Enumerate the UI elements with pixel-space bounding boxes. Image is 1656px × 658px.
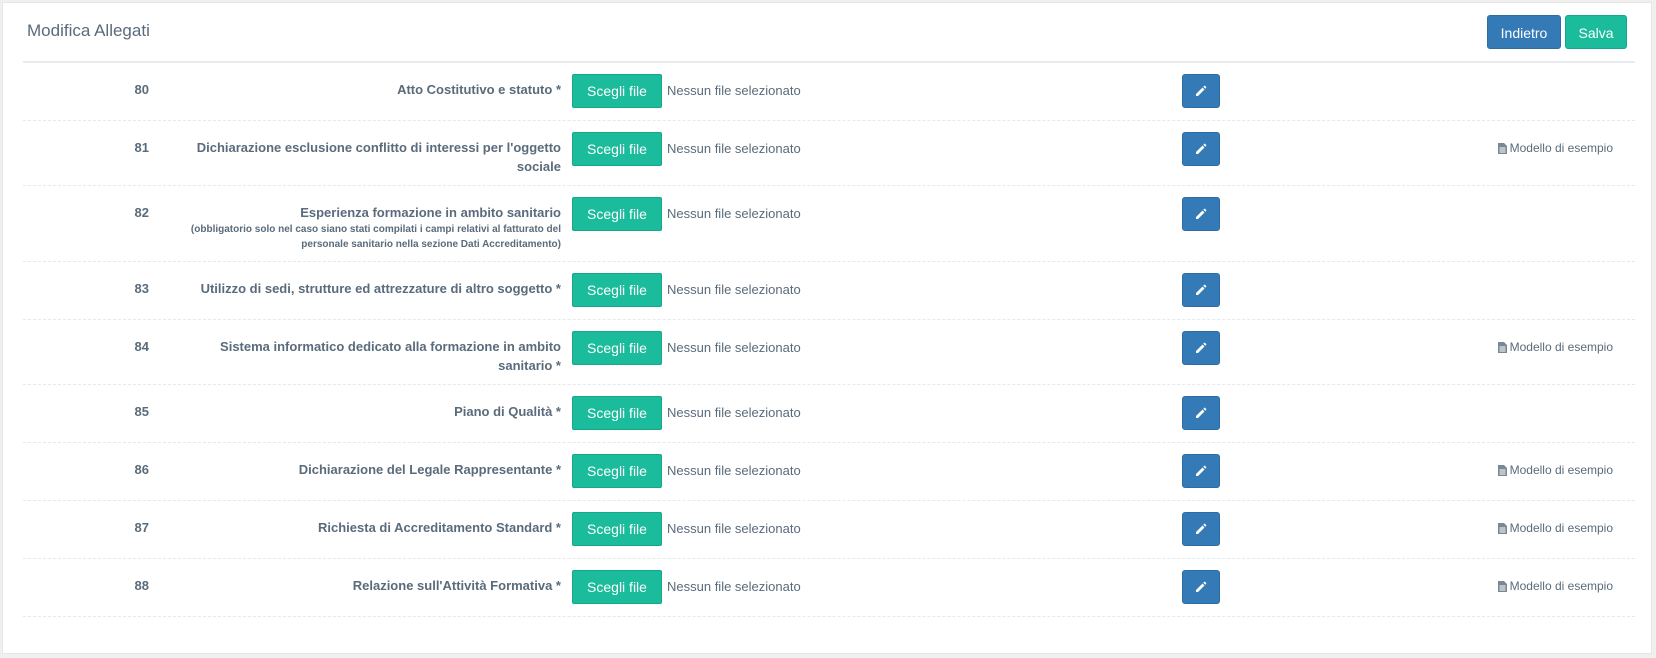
file-icon bbox=[1497, 522, 1507, 534]
edit-button[interactable] bbox=[1182, 454, 1220, 488]
attachment-label: Esperienza formazione in ambito sanitari… bbox=[183, 203, 561, 252]
file-icon bbox=[1497, 464, 1507, 476]
edit-button[interactable] bbox=[1182, 331, 1220, 365]
edit-button[interactable] bbox=[1182, 132, 1220, 166]
page-title: Modifica Allegati bbox=[27, 21, 150, 40]
panel-header: Modifica Allegati Indietro Salva bbox=[23, 3, 1635, 63]
attachment-number: 88 bbox=[134, 578, 149, 593]
example-model-link[interactable]: Modello di esempio bbox=[1497, 141, 1613, 155]
file-icon bbox=[1497, 142, 1507, 154]
edit-button[interactable] bbox=[1182, 570, 1220, 604]
attachment-label-text: Atto Costitutivo e statuto * bbox=[397, 82, 561, 97]
pencil-icon bbox=[1195, 284, 1207, 296]
pencil-icon bbox=[1195, 143, 1207, 155]
pencil-icon bbox=[1195, 342, 1207, 354]
file-status: Nessun file selezionato bbox=[667, 340, 801, 355]
attachment-number: 87 bbox=[134, 520, 149, 535]
example-model-link[interactable]: Modello di esempio bbox=[1497, 579, 1613, 593]
example-model-link[interactable]: Modello di esempio bbox=[1497, 463, 1613, 477]
file-icon bbox=[1497, 580, 1507, 592]
attachment-row: 82 Esperienza formazione in ambito sanita… bbox=[23, 186, 1635, 262]
choose-file-button[interactable]: Scegli file bbox=[572, 132, 662, 166]
attachment-label: Richiesta di Accreditamento Standard * bbox=[183, 518, 561, 537]
file-icon bbox=[1497, 341, 1507, 353]
pencil-icon bbox=[1195, 407, 1207, 419]
attachments-panel: Modifica Allegati Indietro Salva 80 Atto … bbox=[2, 2, 1652, 654]
pencil-icon bbox=[1195, 465, 1207, 477]
file-status: Nessun file selezionato bbox=[667, 83, 801, 98]
attachments-list: 80 Atto Costitutivo e statuto * Scegli fil… bbox=[23, 63, 1635, 617]
choose-file-button[interactable]: Scegli file bbox=[572, 197, 662, 231]
edit-button[interactable] bbox=[1182, 512, 1220, 546]
example-model-label: Modello di esempio bbox=[1509, 141, 1613, 155]
file-status: Nessun file selezionato bbox=[667, 405, 801, 420]
attachment-number: 83 bbox=[134, 281, 149, 296]
file-status: Nessun file selezionato bbox=[667, 141, 801, 156]
attachment-row: 83 Utilizzo di sedi, strutture ed attrezz… bbox=[23, 262, 1635, 320]
attachment-label-text: Utilizzo di sedi, strutture ed attrezzat… bbox=[200, 281, 561, 296]
pencil-icon bbox=[1195, 581, 1207, 593]
attachment-label-text: Esperienza formazione in ambito sanitari… bbox=[300, 205, 561, 220]
attachment-row: 87 Richiesta di Accreditamento Standard *… bbox=[23, 501, 1635, 559]
attachment-label: Piano di Qualità * bbox=[183, 402, 561, 421]
example-model-label: Modello di esempio bbox=[1509, 340, 1613, 354]
example-model-label: Modello di esempio bbox=[1509, 579, 1613, 593]
attachment-row: 84 Sistema informatico dedicato alla form… bbox=[23, 320, 1635, 385]
attachment-sublabel: (obbligatorio solo nel caso siano stati … bbox=[190, 224, 561, 250]
example-model-link[interactable]: Modello di esempio bbox=[1497, 340, 1613, 354]
edit-button[interactable] bbox=[1182, 396, 1220, 430]
pencil-icon bbox=[1195, 85, 1207, 97]
pencil-icon bbox=[1195, 208, 1207, 220]
save-button[interactable]: Salva bbox=[1565, 15, 1627, 49]
attachment-label-text: Dichiarazione esclusione conflitto di in… bbox=[196, 140, 561, 174]
file-status: Nessun file selezionato bbox=[667, 463, 801, 478]
example-model-label: Modello di esempio bbox=[1509, 463, 1613, 477]
edit-button[interactable] bbox=[1182, 273, 1220, 307]
edit-button[interactable] bbox=[1182, 197, 1220, 231]
example-model-label: Modello di esempio bbox=[1509, 521, 1613, 535]
attachment-label: Sistema informatico dedicato alla formaz… bbox=[183, 337, 561, 375]
choose-file-button[interactable]: Scegli file bbox=[572, 512, 662, 546]
choose-file-button[interactable]: Scegli file bbox=[572, 454, 662, 488]
attachment-row: 86 Dichiarazione del Legale Rappresentant… bbox=[23, 443, 1635, 501]
attachment-label-text: Sistema informatico dedicato alla formaz… bbox=[220, 339, 561, 373]
choose-file-button[interactable]: Scegli file bbox=[572, 570, 662, 604]
attachment-label: Dichiarazione esclusione conflitto di in… bbox=[183, 138, 561, 176]
attachment-label: Atto Costitutivo e statuto * bbox=[183, 80, 561, 99]
choose-file-button[interactable]: Scegli file bbox=[572, 273, 662, 307]
attachment-label: Dichiarazione del Legale Rappresentante … bbox=[183, 460, 561, 479]
choose-file-button[interactable]: Scegli file bbox=[572, 396, 662, 430]
attachment-row: 80 Atto Costitutivo e statuto * Scegli fil… bbox=[23, 63, 1635, 121]
attachment-label: Utilizzo di sedi, strutture ed attrezzat… bbox=[183, 279, 561, 298]
attachment-number: 80 bbox=[134, 82, 149, 97]
attachment-label: Relazione sull'Attività Formativa * bbox=[183, 576, 561, 595]
attachment-label-text: Piano di Qualità * bbox=[454, 404, 561, 419]
choose-file-button[interactable]: Scegli file bbox=[572, 331, 662, 365]
attachment-label-text: Richiesta di Accreditamento Standard * bbox=[318, 520, 561, 535]
file-status: Nessun file selezionato bbox=[667, 282, 801, 297]
attachment-number: 85 bbox=[134, 404, 149, 419]
back-button[interactable]: Indietro bbox=[1487, 15, 1561, 49]
attachment-number: 86 bbox=[134, 462, 149, 477]
pencil-icon bbox=[1195, 523, 1207, 535]
example-model-link[interactable]: Modello di esempio bbox=[1497, 521, 1613, 535]
choose-file-button[interactable]: Scegli file bbox=[572, 74, 662, 108]
attachment-row: 81 Dichiarazione esclusione conflitto di … bbox=[23, 121, 1635, 186]
attachment-number: 84 bbox=[134, 339, 149, 354]
attachment-number: 81 bbox=[134, 140, 149, 155]
attachment-row: 88 Relazione sull'Attività Formativa * Sce… bbox=[23, 559, 1635, 617]
attachment-number: 82 bbox=[134, 205, 149, 220]
file-status: Nessun file selezionato bbox=[667, 579, 801, 594]
edit-button[interactable] bbox=[1182, 74, 1220, 108]
attachment-label-text: Relazione sull'Attività Formativa * bbox=[352, 578, 561, 593]
file-status: Nessun file selezionato bbox=[667, 206, 801, 221]
attachment-label-text: Dichiarazione del Legale Rappresentante … bbox=[298, 462, 561, 477]
attachment-row: 85 Piano di Qualità * Scegli file Nessun fi… bbox=[23, 385, 1635, 443]
file-status: Nessun file selezionato bbox=[667, 521, 801, 536]
